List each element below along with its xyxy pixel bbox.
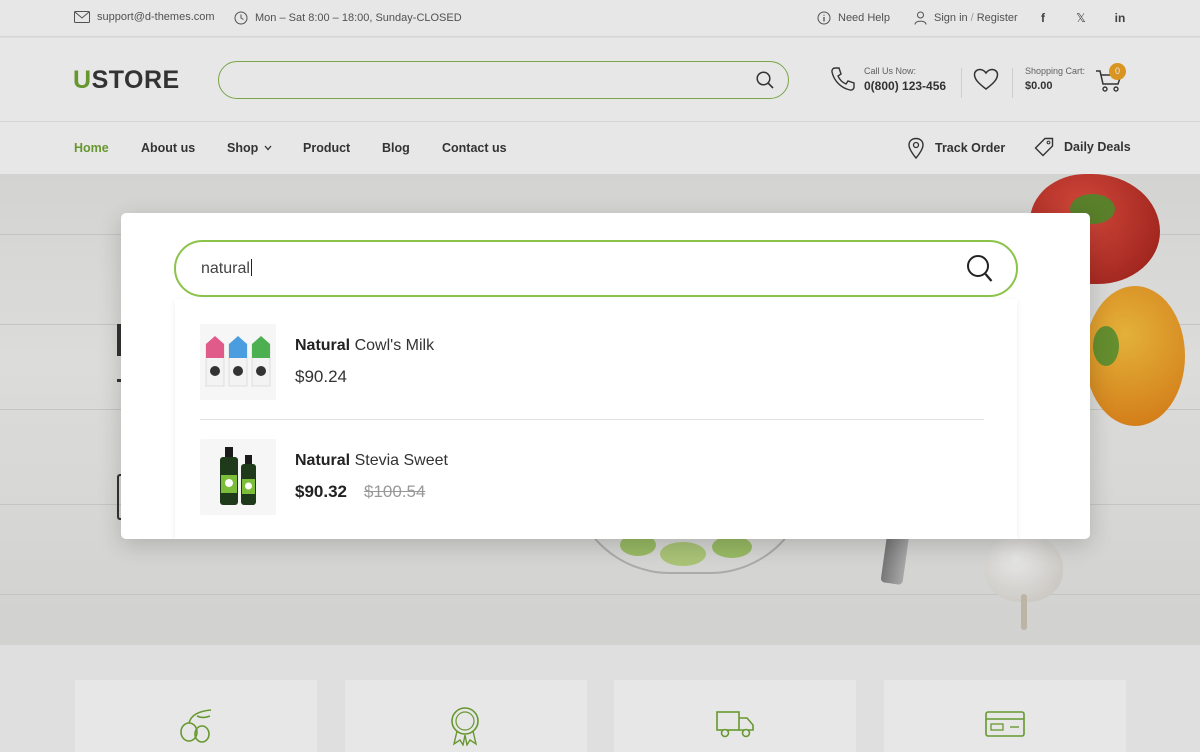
search-modal: natural Natural Cowl's Milk $90.24 Natur… <box>121 213 1090 539</box>
product-name-rest: Cowl's Milk <box>350 337 435 354</box>
product-name[interactable]: Natural Cowl's Milk <box>295 337 434 355</box>
product-thumbnail <box>200 439 276 515</box>
product-thumbnail <box>200 324 276 400</box>
search-icon[interactable] <box>966 254 994 284</box>
product-old-price: $100.54 <box>364 482 426 501</box>
search-query: natural <box>201 260 250 277</box>
product-name[interactable]: Natural Stevia Sweet <box>295 452 448 470</box>
product-sale-price: $90.32 <box>295 482 347 501</box>
product-price: $90.24 <box>295 367 347 386</box>
milk-cartons-image <box>205 336 271 387</box>
search-results-dropdown: Natural Cowl's Milk $90.24 Natural Stevi… <box>175 299 1017 539</box>
match-highlight: Natural <box>295 452 351 469</box>
text-caret <box>250 259 252 276</box>
search-result-item[interactable]: Natural Stevia Sweet $90.32 $100.54 <box>200 439 984 535</box>
result-divider <box>200 419 984 420</box>
match-highlight: Natural <box>295 337 351 354</box>
search-result-item[interactable]: Natural Cowl's Milk $90.24 <box>200 324 984 420</box>
stevia-bottles-image <box>220 447 256 505</box>
modal-search-input[interactable]: natural <box>174 240 1018 297</box>
product-name-rest: Stevia Sweet <box>350 452 448 469</box>
